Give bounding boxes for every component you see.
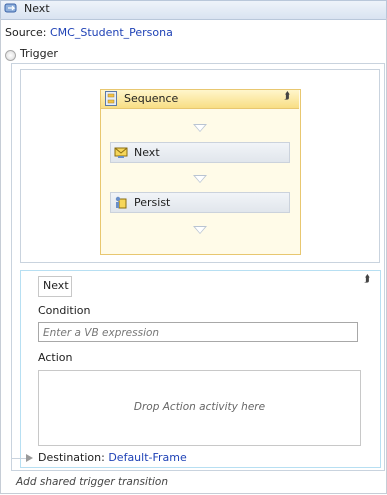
source-link[interactable]: CMC_Student_Persona bbox=[50, 26, 173, 39]
collapse-icon[interactable]: ⮭ bbox=[364, 274, 370, 285]
destination-line: Destination: Default-Frame bbox=[38, 451, 187, 464]
arrow-right-icon bbox=[26, 454, 33, 462]
condition-input[interactable]: Enter a VB expression bbox=[38, 322, 358, 342]
window-title-bar bbox=[0, 0, 387, 20]
destination-label: Destination: bbox=[38, 451, 105, 464]
action-label: Action bbox=[38, 351, 73, 364]
drop-arrow-icon[interactable] bbox=[193, 226, 207, 234]
drop-arrow-icon[interactable] bbox=[193, 124, 207, 132]
transition-name: Next bbox=[43, 279, 69, 292]
state-icon bbox=[4, 3, 17, 13]
persist-icon bbox=[115, 196, 127, 209]
drop-arrow-icon[interactable] bbox=[193, 175, 207, 183]
trigger-expander-icon[interactable] bbox=[5, 50, 16, 61]
source-label: Source: bbox=[5, 26, 47, 39]
sequence-title: Sequence bbox=[124, 92, 179, 105]
trigger-label: Trigger bbox=[20, 47, 58, 60]
condition-label: Condition bbox=[38, 304, 91, 317]
source-line: Source: CMC_Student_Persona bbox=[5, 26, 173, 39]
destination-link[interactable]: Default-Frame bbox=[108, 451, 186, 464]
activity-label: Persist bbox=[134, 196, 171, 209]
destination-connector bbox=[11, 458, 27, 459]
window-title: Next bbox=[24, 2, 50, 15]
add-shared-trigger-link[interactable]: Add shared trigger transition bbox=[16, 476, 168, 488]
action-drop-hint: Drop Action activity here bbox=[133, 401, 266, 413]
collapse-icon[interactable]: ⮭ bbox=[284, 91, 290, 102]
activity-label: Next bbox=[134, 146, 160, 159]
receive-message-icon bbox=[114, 147, 128, 158]
sequence-icon bbox=[105, 91, 117, 106]
